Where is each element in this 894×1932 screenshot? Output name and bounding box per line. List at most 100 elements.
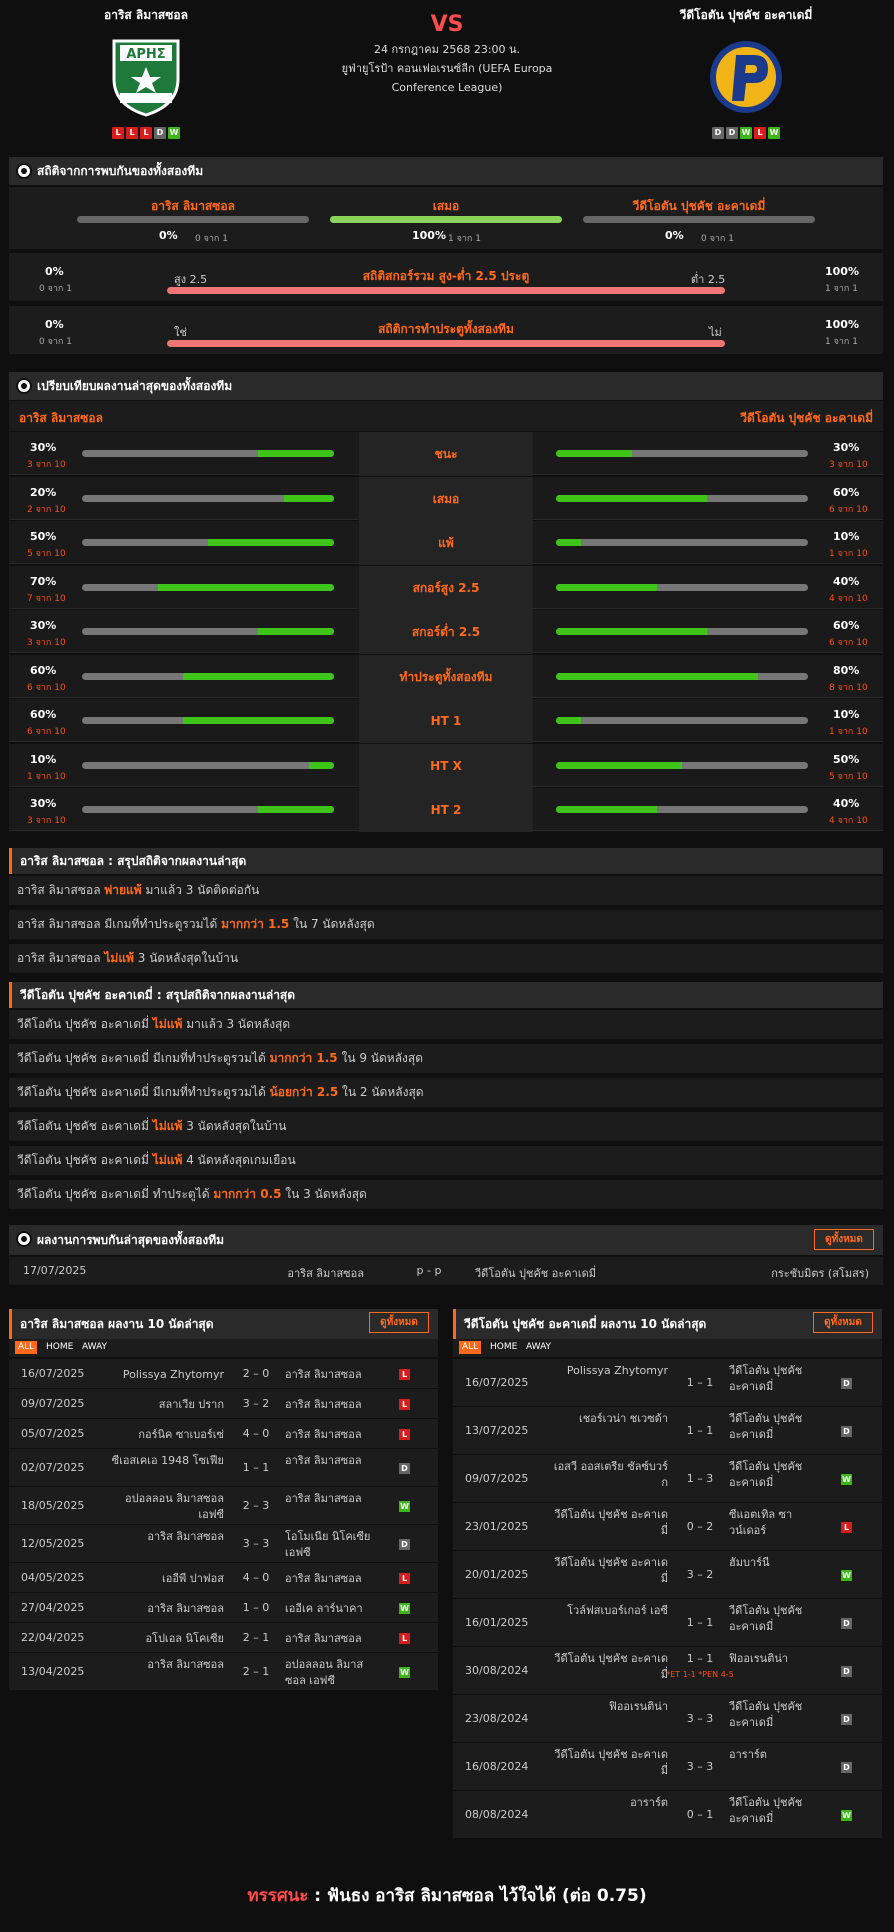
- match-row[interactable]: 09/07/2025 เอสวี ออสเตรีย ซัลซ์บวร์ก 1 – 3…: [453, 1455, 882, 1503]
- away-team-name[interactable]: วีดีโอตัน ปุชคัช อะคาเดมี่: [616, 6, 876, 25]
- match-away[interactable]: อาริส ลิมาสซอล: [271, 1367, 381, 1383]
- tab-home[interactable]: HOME: [43, 1341, 76, 1354]
- h2h-away[interactable]: วีดีโอตัน ปุชคัช อะคาเดมี่: [475, 1264, 596, 1282]
- summary-highlight: มากกว่า 1.5: [269, 1051, 338, 1065]
- match-home[interactable]: วีดีโอตัน ปุชคัช อะคาเดมี่: [548, 1555, 668, 1587]
- match-row[interactable]: 04/05/2025 เออีพี ปาฟอส 4 – 0 อาริส ลิมาสซอ…: [9, 1563, 438, 1593]
- match-home[interactable]: Polissya Zhytomyr: [548, 1363, 668, 1379]
- match-row[interactable]: 08/08/2024 อาราร์ต 0 – 1 วีดีโอตัน ปุชคัช อ…: [453, 1791, 882, 1839]
- match-home[interactable]: อาริส ลิมาสซอล: [104, 1529, 224, 1545]
- match-away[interactable]: อปอลลอน ลิมาสซอล เอฟซี: [271, 1657, 381, 1689]
- match-row[interactable]: 23/01/2025 วีดีโอตัน ปุชคัช อะคาเดมี่ 0 – …: [453, 1503, 882, 1551]
- match-home[interactable]: อาริส ลิมาสซอล: [104, 1657, 224, 1673]
- ou-right-label: ต่ำ 2.5: [691, 273, 726, 286]
- match-away[interactable]: ฮัมบาร์นี: [715, 1555, 813, 1571]
- match-row[interactable]: 16/07/2025 Polissya Zhytomyr 2 – 0 อาริส ลิ…: [9, 1359, 438, 1389]
- compare-away-bar: [556, 494, 808, 502]
- summary-row: อาริส ลิมาสซอล มีเกมที่ทำประตูรวมได้ มาก…: [9, 910, 883, 939]
- match-row[interactable]: 16/01/2025 โวล์ฟสเบอร์เกอร์ เอซี 1 – 1 วีดี…: [453, 1599, 882, 1647]
- h2h-col-bar: [583, 216, 815, 223]
- match-home[interactable]: กอร์นิค ซาเบอร์เซ่: [104, 1427, 224, 1443]
- summary-text: 3 นัดหลังสุดในบ้าน: [182, 1119, 287, 1133]
- match-row[interactable]: 27/04/2025 อาริส ลิมาสซอล 1 – 0 เออีเค ลาร์…: [9, 1593, 438, 1623]
- match-row[interactable]: 18/05/2025 อปอลลอน ลิมาสซอล เอฟซี 2 – 3 อาร…: [9, 1487, 438, 1525]
- match-row[interactable]: 13/07/2025 เชอร์เวน่า ชเวซด้า 1 – 1 วีดีโอต…: [453, 1407, 882, 1455]
- tab-away[interactable]: AWAY: [523, 1341, 554, 1354]
- league-name[interactable]: ยูฟ่ายูโรป้า คอนเฟอเรนซ์ลีก (UEFA Europa…: [330, 59, 564, 97]
- last10-tabs: ALL HOME AWAY: [9, 1339, 438, 1357]
- match-home[interactable]: อโปเอล นิโคเซีย: [104, 1631, 224, 1647]
- match-home[interactable]: อปอลลอน ลิมาสซอล เอฟซี: [104, 1491, 224, 1523]
- home-team[interactable]: อาริส ลิมาสซอล ΑΡΗΣ LLLDW: [16, 6, 276, 139]
- home-team-logo: ΑΡΗΣ: [106, 35, 186, 119]
- match-row[interactable]: 30/08/2024 วีดีโอตัน ปุชคัช อะคาเดมี่ 1 – …: [453, 1647, 882, 1695]
- match-home[interactable]: ฟิออเรนติน่า: [548, 1699, 668, 1715]
- h2h-results-header: ผลงานการพบกันล่าสุดของทั้งสองทีม ดูทั้งห…: [9, 1225, 883, 1255]
- match-date: 05/07/2025: [21, 1427, 85, 1440]
- match-home[interactable]: เชอร์เวน่า ชเวซด้า: [548, 1411, 668, 1427]
- match-row[interactable]: 20/01/2025 วีดีโอตัน ปุชคัช อะคาเดมี่ 3 – …: [453, 1551, 882, 1599]
- match-away[interactable]: วีดีโอตัน ปุชคัช อะคาเดมี่: [715, 1459, 813, 1491]
- home-team-name[interactable]: อาริส ลิมาสซอล: [16, 6, 276, 25]
- match-away[interactable]: วีดีโอตัน ปุชคัช อะคาเดมี่: [715, 1411, 813, 1443]
- compare-away-sub: 1 จาก 10: [829, 727, 868, 737]
- h2h-home[interactable]: อาริส ลิมาสซอล: [189, 1264, 364, 1282]
- h2h-view-all-button[interactable]: ดูทั้งหมด: [814, 1229, 874, 1250]
- h2h-col-bar-fill: [330, 216, 562, 223]
- match-home[interactable]: วีดีโอตัน ปุชคัช อะคาเดมี่: [548, 1507, 668, 1539]
- match-home[interactable]: เออีพี ปาฟอส: [104, 1571, 224, 1587]
- match-away[interactable]: วีดีโอตัน ปุชคัช อะคาเดมี่: [715, 1363, 813, 1395]
- match-row[interactable]: 12/05/2025 อาริส ลิมาสซอล 3 – 3 โอโมเนีย นิ…: [9, 1525, 438, 1563]
- match-away[interactable]: อาริส ลิมาสซอล: [271, 1491, 381, 1507]
- match-row[interactable]: 23/08/2024 ฟิออเรนติน่า 3 – 3 วีดีโอตัน ปุช…: [453, 1695, 882, 1743]
- match-row[interactable]: 13/04/2025 อาริส ลิมาสซอล 2 – 1 อปอลลอน ลิม…: [9, 1653, 438, 1691]
- match-home[interactable]: วีดีโอตัน ปุชคัช อะคาเดมี่: [548, 1747, 668, 1779]
- tab-home[interactable]: HOME: [487, 1341, 520, 1354]
- match-away[interactable]: ซีแอตเทิล ซาวน์เดอร์: [715, 1507, 813, 1539]
- tab-away[interactable]: AWAY: [79, 1341, 110, 1354]
- match-home[interactable]: โวล์ฟสเบอร์เกอร์ เอซี: [548, 1603, 668, 1619]
- match-home[interactable]: วีดีโอตัน ปุชคัช อะคาเดมี่: [548, 1651, 668, 1683]
- match-away[interactable]: วีดีโอตัน ปุชคัช อะคาเดมี่: [715, 1699, 813, 1731]
- match-row[interactable]: 09/07/2025 สลาเวีย ปราก 3 – 2 อาริส ลิมาสซอ…: [9, 1389, 438, 1419]
- match-home[interactable]: ซีเอสเคเอ 1948 โซเฟีย: [104, 1453, 224, 1469]
- match-home[interactable]: สลาเวีย ปราก: [104, 1397, 224, 1413]
- match-row[interactable]: 05/07/2025 กอร์นิค ซาเบอร์เซ่ 4 – 0 อาริส ล…: [9, 1419, 438, 1449]
- result-badge: L: [399, 1633, 410, 1644]
- h2h-col-sub: 1 จาก 1: [448, 234, 481, 244]
- match-row[interactable]: 16/07/2025 Polissya Zhytomyr 1 – 1 วีดีโอตั…: [453, 1359, 882, 1407]
- tab-all[interactable]: ALL: [15, 1341, 38, 1354]
- match-home[interactable]: เอสวี ออสเตรีย ซัลซ์บวร์ก: [548, 1459, 668, 1491]
- match-away[interactable]: อาริส ลิมาสซอล: [271, 1453, 381, 1469]
- tab-all[interactable]: ALL: [459, 1341, 482, 1354]
- match-away[interactable]: อาริส ลิมาสซอล: [271, 1571, 381, 1587]
- compare-row: 50% 5 จาก 10 แพ้ 10% 1 จาก 10: [9, 521, 883, 565]
- match-row[interactable]: 02/07/2025 ซีเอสเคเอ 1948 โซเฟีย 1 – 1 อาริ…: [9, 1449, 438, 1487]
- match-home[interactable]: Polissya Zhytomyr: [104, 1367, 224, 1383]
- compare-away-bar-fill: [556, 717, 582, 724]
- match-away[interactable]: วีดีโอตัน ปุชคัช อะคาเดมี่: [715, 1603, 813, 1635]
- compare-home-sub: 2 จาก 10: [27, 504, 66, 515]
- match-away[interactable]: อาริส ลิมาสซอล: [271, 1427, 381, 1443]
- last10-view-all-button[interactable]: ดูทั้งหมด: [813, 1312, 873, 1333]
- compare-home-bar: [82, 717, 334, 724]
- match-away[interactable]: เออีเค ลาร์นาคา: [271, 1601, 381, 1617]
- compare-home-pct: 60%: [30, 663, 57, 677]
- match-home[interactable]: อาราร์ต: [548, 1795, 668, 1811]
- compare-away-bar-fill: [556, 494, 708, 502]
- match-away[interactable]: ฟิออเรนติน่า: [715, 1651, 813, 1667]
- result-badge: W: [399, 1603, 410, 1614]
- h2h-match-row[interactable]: 17/07/2025 อาริส ลิมาสซอล p - p วีดีโอตั…: [9, 1257, 883, 1285]
- match-row[interactable]: 22/04/2025 อโปเอล นิโคเซีย 2 – 1 อาริส ลิมา…: [9, 1623, 438, 1653]
- summary-text: วีดีโอตัน ปุชคัช อะคาเดมี่: [17, 1153, 153, 1167]
- away-team[interactable]: วีดีโอตัน ปุชคัช อะคาเดมี่ DDWLW: [616, 6, 876, 139]
- match-away[interactable]: วีดีโอตัน ปุชคัช อะคาเดมี่: [715, 1795, 813, 1827]
- match-away[interactable]: อาริส ลิมาสซอล: [271, 1631, 381, 1647]
- match-away[interactable]: อาราร์ต: [715, 1747, 813, 1763]
- match-home[interactable]: อาริส ลิมาสซอล: [104, 1601, 224, 1617]
- last10-view-all-button[interactable]: ดูทั้งหมด: [369, 1312, 429, 1333]
- match-row[interactable]: 16/08/2024 วีดีโอตัน ปุชคัช อะคาเดมี่ 3 – …: [453, 1743, 882, 1791]
- match-away[interactable]: อาริส ลิมาสซอล: [271, 1397, 381, 1413]
- match-away[interactable]: โอโมเนีย นิโคเซีย เอฟซี: [271, 1529, 381, 1561]
- result-badge: D: [841, 1714, 852, 1725]
